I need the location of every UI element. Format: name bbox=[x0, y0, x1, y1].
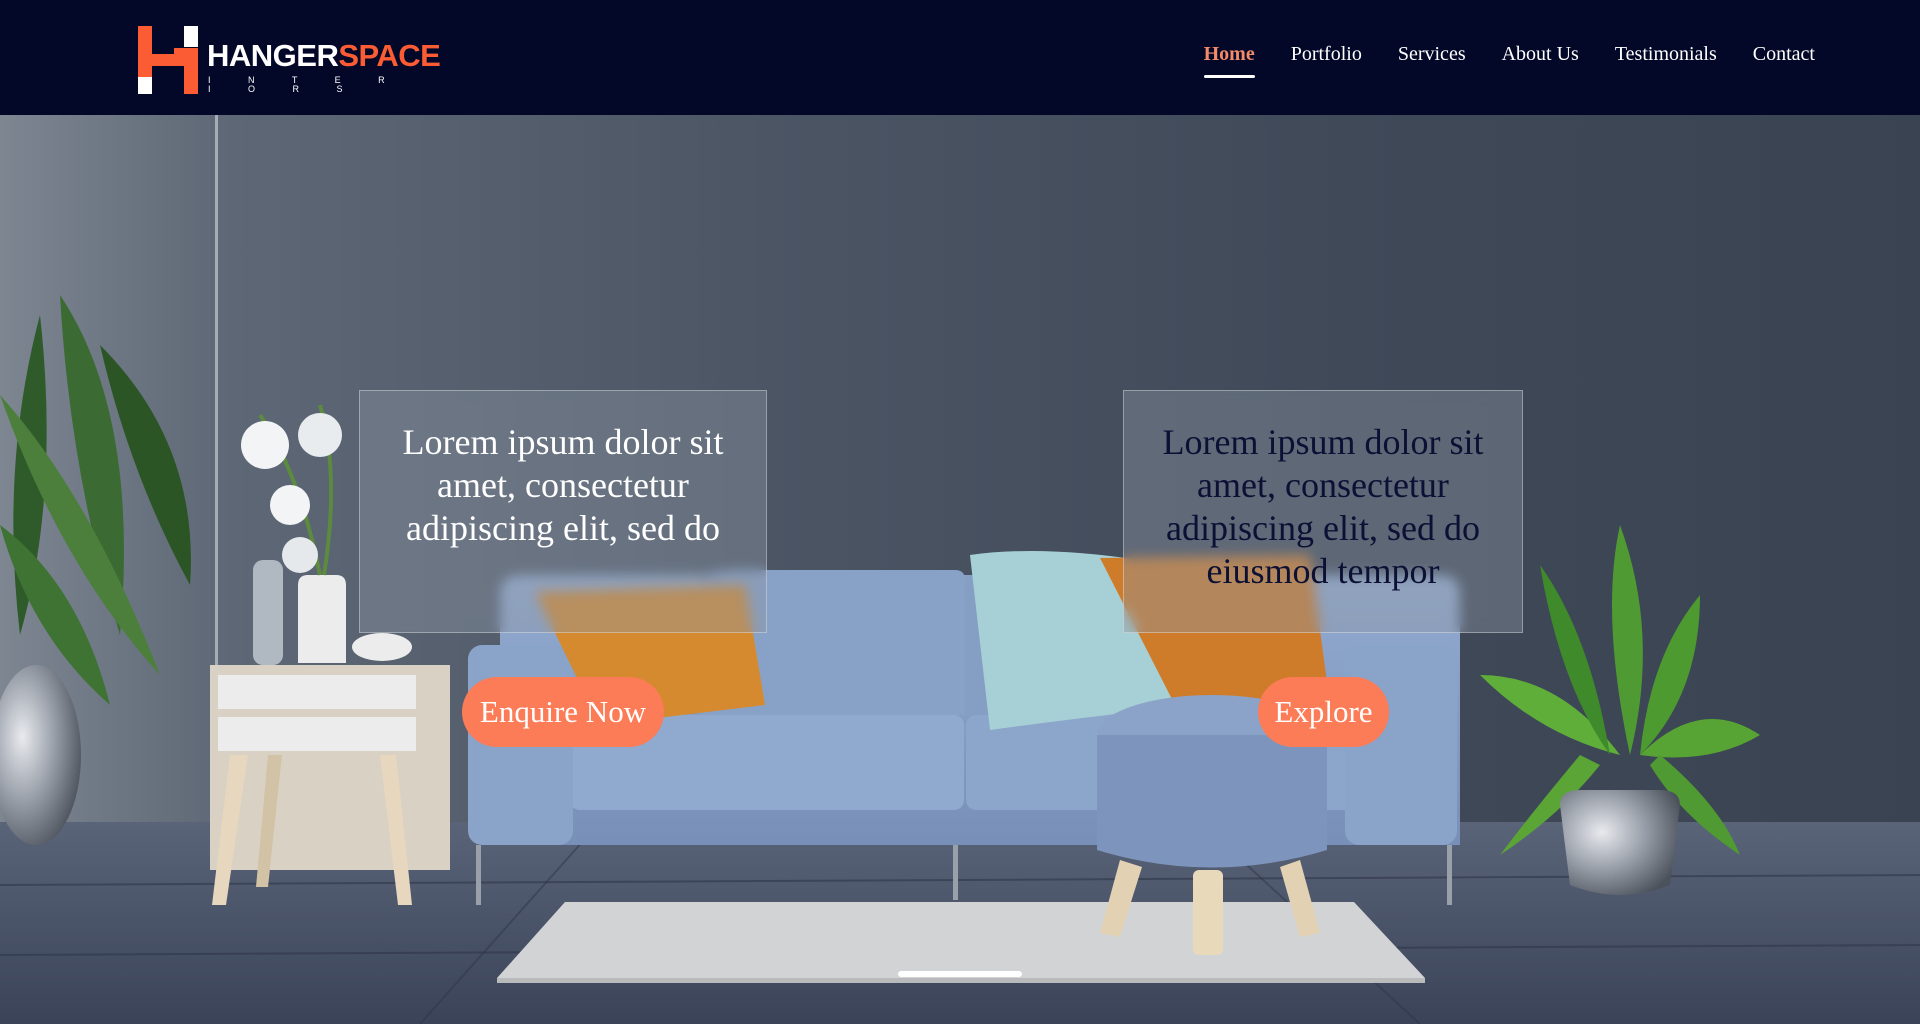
nav-item-contact[interactable]: Contact bbox=[1753, 40, 1815, 78]
main-nav: Home Portfolio Services About Us Testimo… bbox=[1203, 40, 1815, 78]
enquire-now-button[interactable]: Enquire Now bbox=[462, 677, 664, 747]
left-plant-decor bbox=[0, 295, 191, 845]
hero-background-image bbox=[0, 115, 1920, 1024]
nav-item-portfolio[interactable]: Portfolio bbox=[1291, 40, 1362, 78]
nav-item-about-us[interactable]: About Us bbox=[1502, 40, 1579, 78]
site-header: HANGERSPACE I N T E R I O R S Home Portf… bbox=[0, 0, 1920, 115]
hero-card-left-text: Lorem ipsum dolor sit amet, consectetur … bbox=[402, 422, 724, 548]
hero-card-left: Lorem ipsum dolor sit amet, consectetur … bbox=[359, 390, 767, 633]
nav-item-testimonials[interactable]: Testimonials bbox=[1615, 40, 1717, 78]
explore-button[interactable]: Explore bbox=[1258, 677, 1389, 747]
brand-name: HANGERSPACE bbox=[207, 38, 441, 73]
hero-card-right-text: Lorem ipsum dolor sit amet, consectetur … bbox=[1162, 422, 1484, 591]
brand-tagline: I N T E R I O R S bbox=[208, 75, 403, 94]
flowers-decor bbox=[241, 404, 342, 576]
hero-card-right: Lorem ipsum dolor sit amet, consectetur … bbox=[1123, 390, 1523, 633]
brand-logo[interactable]: HANGERSPACE I N T E R I O R S bbox=[138, 26, 441, 96]
nav-item-services[interactable]: Services bbox=[1398, 40, 1466, 78]
slider-indicator[interactable] bbox=[898, 971, 1022, 977]
nav-item-home[interactable]: Home bbox=[1203, 40, 1255, 78]
hero-section: Lorem ipsum dolor sit amet, consectetur … bbox=[0, 115, 1920, 1024]
logo-mark-icon bbox=[138, 26, 198, 94]
